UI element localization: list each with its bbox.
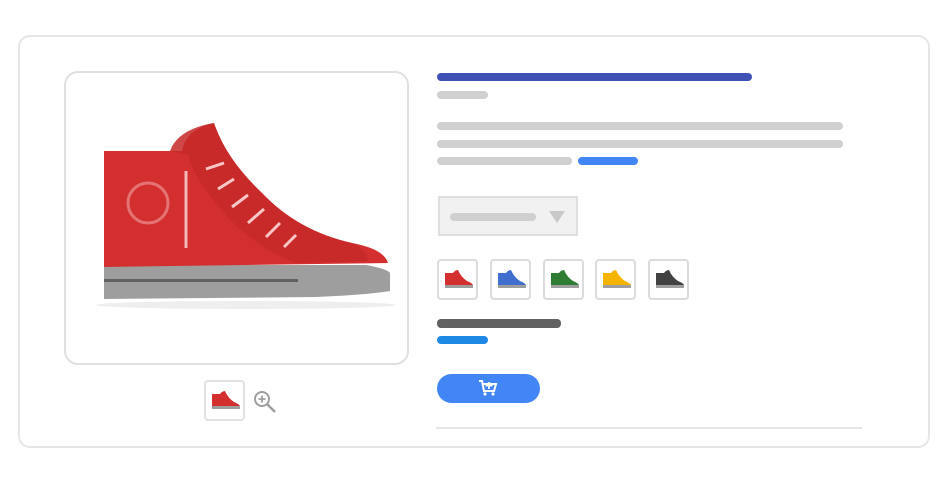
description-line-1: [437, 122, 843, 130]
sneaker-thumb-icon: [212, 391, 240, 409]
divider: [436, 427, 862, 429]
price: [437, 319, 561, 328]
sneaker-blue-icon: [498, 270, 526, 288]
select-placeholder: [450, 213, 536, 221]
color-swatch-blue[interactable]: [490, 259, 531, 300]
sneaker-dark-gray-icon: [656, 270, 684, 288]
sneaker-yellow-icon: [603, 270, 631, 288]
color-swatch-dark-gray[interactable]: [648, 259, 689, 300]
add-to-cart-button[interactable]: [437, 374, 540, 403]
chevron-down-icon: [549, 211, 565, 223]
color-swatch-green[interactable]: [543, 259, 584, 300]
product-image[interactable]: [64, 71, 409, 365]
product-subtitle: [437, 91, 488, 99]
zoom-in-icon[interactable]: [252, 389, 278, 415]
sneaker-image: [96, 123, 396, 309]
stock-status: [437, 336, 488, 344]
product-title: [437, 73, 752, 81]
size-select[interactable]: [438, 196, 578, 236]
add-to-cart-icon: [479, 380, 498, 396]
read-more-link[interactable]: [578, 157, 638, 165]
product-thumbnail[interactable]: [204, 380, 245, 421]
color-swatch-red[interactable]: [437, 259, 478, 300]
sneaker-green-icon: [551, 270, 579, 288]
sneaker-red-icon: [445, 270, 473, 288]
description-line-2: [437, 140, 843, 148]
description-line-3: [437, 157, 572, 165]
color-swatch-yellow[interactable]: [595, 259, 636, 300]
